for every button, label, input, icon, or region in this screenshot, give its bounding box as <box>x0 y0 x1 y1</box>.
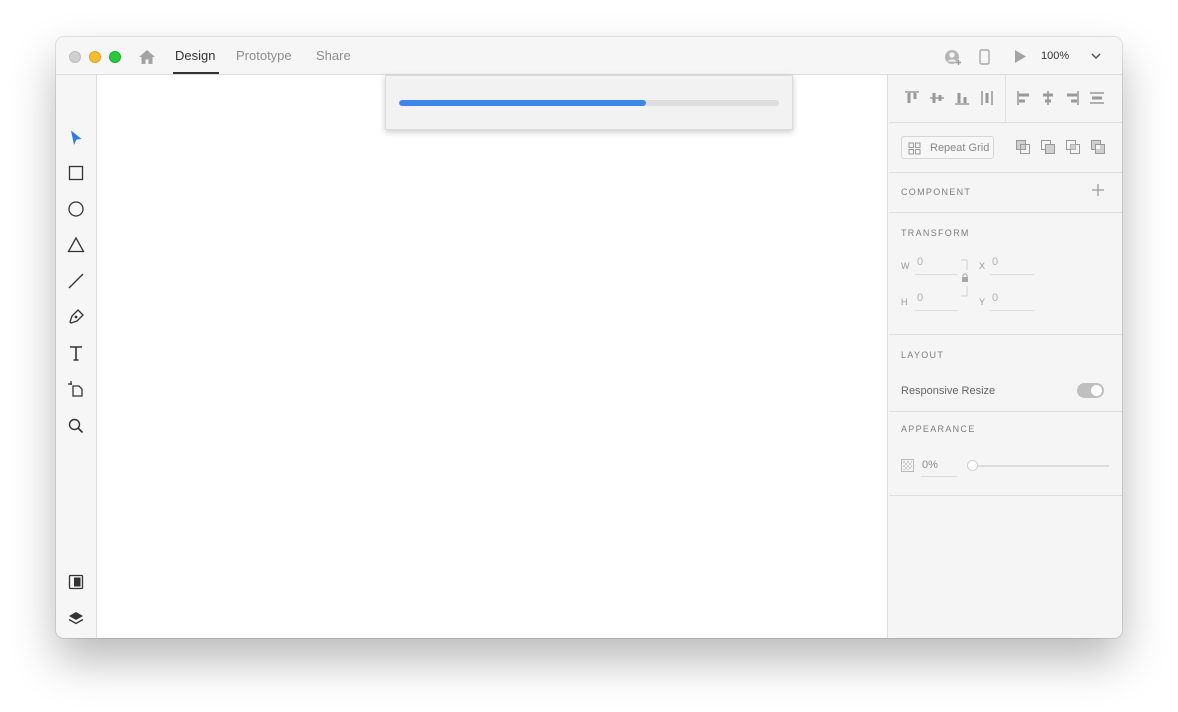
tab-design[interactable]: Design <box>175 48 215 63</box>
toggle-knob <box>1091 385 1102 396</box>
appearance-title: APPEARANCE <box>901 424 976 434</box>
x-label: X <box>979 261 986 271</box>
subtract-icon[interactable] <box>1015 139 1031 155</box>
height-field[interactable]: 0 <box>917 292 923 304</box>
opacity-field-underline <box>921 476 957 477</box>
design-canvas[interactable] <box>97 75 888 638</box>
mobile-preview-icon[interactable] <box>979 49 990 65</box>
y-label: Y <box>979 297 986 307</box>
width-field-underline <box>915 274 958 275</box>
opacity-slider-track[interactable] <box>971 465 1109 467</box>
play-icon[interactable] <box>1013 49 1027 64</box>
layout-title: LAYOUT <box>901 350 945 360</box>
property-inspector: Repeat Grid COMPONENT TRANSFORM W 0 H 0 … <box>889 75 1122 638</box>
align-middle-icon[interactable] <box>929 90 945 106</box>
select-icon[interactable] <box>67 129 85 147</box>
component-title: COMPONENT <box>901 187 972 197</box>
chevron-down-icon[interactable] <box>1090 51 1102 61</box>
user-add-icon[interactable] <box>944 49 962 65</box>
pen-icon[interactable] <box>67 308 85 326</box>
height-label: H <box>901 297 908 307</box>
responsive-resize-label: Responsive Resize <box>901 385 996 397</box>
y-field[interactable]: 0 <box>992 292 998 304</box>
appearance-section: APPEARANCE 0% <box>889 412 1122 496</box>
line-icon[interactable] <box>67 272 85 290</box>
artboard-icon[interactable] <box>67 380 85 398</box>
opacity-slider-knob[interactable] <box>967 460 978 471</box>
width-label: W <box>901 261 910 271</box>
width-field[interactable]: 0 <box>917 256 923 268</box>
home-icon[interactable] <box>138 49 156 65</box>
lock-aspect-icon[interactable] <box>959 259 971 297</box>
align-left-icon[interactable] <box>1016 90 1032 106</box>
distribute-vertical-icon[interactable] <box>1089 90 1105 106</box>
maximize-window-button[interactable] <box>109 51 121 63</box>
align-right-icon[interactable] <box>1064 90 1080 106</box>
tab-prototype[interactable]: Prototype <box>236 48 292 63</box>
layers-icon[interactable] <box>67 609 85 627</box>
active-tab-indicator <box>173 72 219 74</box>
progress-bar-fill <box>399 100 646 106</box>
align-center-icon[interactable] <box>1040 90 1056 106</box>
add-shapes-icon[interactable] <box>1040 139 1056 155</box>
progress-bar <box>399 100 779 106</box>
opacity-icon <box>901 459 914 472</box>
rectangle-icon[interactable] <box>67 164 85 182</box>
grid-icon <box>908 142 921 155</box>
repeat-grid-label: Repeat Grid <box>930 142 990 154</box>
ellipse-icon[interactable] <box>67 200 85 218</box>
responsive-resize-toggle[interactable] <box>1077 383 1104 398</box>
y-field-underline <box>990 310 1034 311</box>
zoom-icon[interactable] <box>67 417 85 435</box>
assets-icon[interactable] <box>67 573 85 591</box>
text-icon[interactable] <box>67 344 85 362</box>
plus-icon[interactable] <box>1091 183 1105 197</box>
opacity-field[interactable]: 0% <box>922 459 938 471</box>
component-section: COMPONENT <box>889 173 1122 213</box>
close-window-button[interactable] <box>69 51 81 63</box>
align-section <box>889 75 1122 123</box>
exclude-icon[interactable] <box>1090 139 1106 155</box>
transform-title: TRANSFORM <box>901 228 970 238</box>
minimize-window-button[interactable] <box>89 51 101 63</box>
repeat-grid-button[interactable]: Repeat Grid <box>901 136 994 159</box>
x-field-underline <box>990 274 1034 275</box>
tab-share[interactable]: Share <box>316 48 351 63</box>
layout-section: LAYOUT Responsive Resize <box>889 335 1122 412</box>
app-window: Design Prototype Share 100% Repeat Grid … <box>56 37 1122 638</box>
loading-progress-panel <box>385 75 793 130</box>
repeat-grid-section: Repeat Grid <box>889 123 1122 173</box>
align-top-icon[interactable] <box>904 90 920 106</box>
transform-section: TRANSFORM W 0 H 0 X 0 Y 0 <box>889 213 1122 335</box>
distribute-horizontal-icon[interactable] <box>979 90 995 106</box>
align-bottom-icon[interactable] <box>954 90 970 106</box>
height-field-underline <box>915 310 958 311</box>
x-field[interactable]: 0 <box>992 256 998 268</box>
tools-sidebar <box>56 75 97 638</box>
align-divider <box>1005 75 1006 123</box>
intersect-icon[interactable] <box>1065 139 1081 155</box>
polygon-icon[interactable] <box>67 236 85 254</box>
zoom-level[interactable]: 100% <box>1041 50 1069 62</box>
title-bar: Design Prototype Share 100% <box>56 37 1122 75</box>
